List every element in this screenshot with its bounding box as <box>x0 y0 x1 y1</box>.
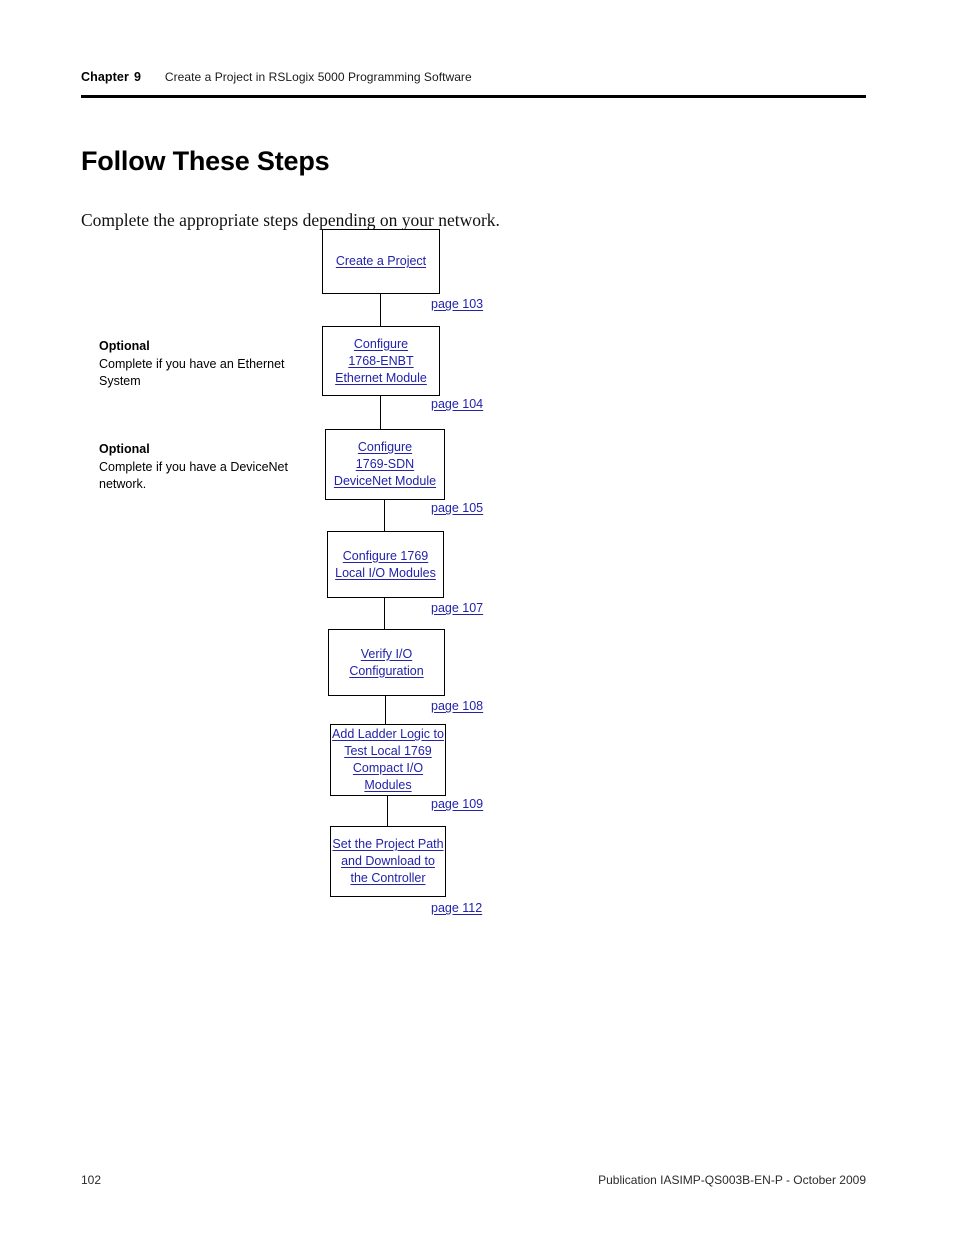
flow-connector-6 <box>387 796 389 826</box>
footer-page-number: 102 <box>81 1173 102 1187</box>
flow-connector-1 <box>380 294 382 326</box>
page-ref-link-109[interactable]: page 109 <box>431 797 483 811</box>
page-ref-link-103[interactable]: page 103 <box>431 297 483 311</box>
flow-step-label[interactable]: Verify I/O Configuration <box>349 646 423 680</box>
page-ref-link-105[interactable]: page 105 <box>431 501 483 515</box>
flow-step-verify-io-configuration[interactable]: Verify I/O Configuration <box>328 629 445 696</box>
flow-step-label[interactable]: Configure 1769 Local I/O Modules <box>335 548 436 582</box>
page-ref-link-107[interactable]: page 107 <box>431 601 483 615</box>
flow-step-set-project-path-download[interactable]: Set the Project Path and Download to the… <box>330 826 446 897</box>
flow-step-configure-1769-sdn[interactable]: Configure 1769-SDN DeviceNet Module <box>325 429 445 500</box>
page-ref-link-112[interactable]: page 112 <box>431 901 482 915</box>
flow-step-create-a-project[interactable]: Create a Project <box>322 229 440 294</box>
flow-connector-2 <box>380 396 382 429</box>
flow-step-label[interactable]: Create a Project <box>336 253 426 270</box>
flow-step-label[interactable]: Configure 1769-SDN DeviceNet Module <box>334 439 436 490</box>
flow-step-configure-1769-local-io[interactable]: Configure 1769 Local I/O Modules <box>327 531 444 598</box>
flow-step-label[interactable]: Configure 1768-ENBT Ethernet Module <box>335 336 427 387</box>
page-ref-link-104[interactable]: page 104 <box>431 397 483 411</box>
footer-publication: Publication IASIMP-QS003B-EN-P - October… <box>598 1173 866 1187</box>
flow-connector-5 <box>385 696 387 724</box>
flow-step-label[interactable]: Add Ladder Logic to Test Local 1769 Comp… <box>332 726 444 794</box>
flow-connector-4 <box>384 598 386 629</box>
flow-step-configure-1768-enbt[interactable]: Configure 1768-ENBT Ethernet Module <box>322 326 440 396</box>
flow-step-label[interactable]: Set the Project Path and Download to the… <box>332 836 443 887</box>
follow-these-steps-flowchart: Create a Project page 103 Configure 1768… <box>0 0 954 1000</box>
flow-connector-3 <box>384 500 386 531</box>
flow-step-add-ladder-logic[interactable]: Add Ladder Logic to Test Local 1769 Comp… <box>330 724 446 796</box>
page-ref-link-108[interactable]: page 108 <box>431 699 483 713</box>
